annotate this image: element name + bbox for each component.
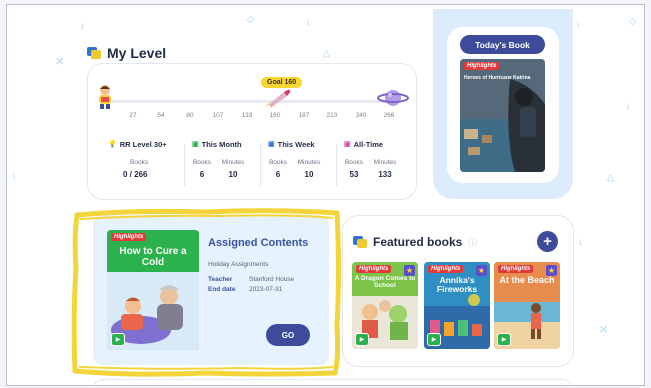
stat-this-week: ▣ This Week Books Minutes 6 10 bbox=[268, 140, 338, 196]
app-frame: / ◇ \ ✕ △ \ ◇ \ ✕ / \ △ My Level Goal 16… bbox=[6, 4, 645, 386]
deco-dash: \ bbox=[307, 18, 310, 28]
divider bbox=[260, 144, 261, 186]
stat-sub-label: Books bbox=[344, 159, 364, 166]
highlights-logo: Highlights bbox=[111, 233, 147, 241]
deco-triangle: △ bbox=[323, 48, 330, 58]
stat-rr-level: 💡 RR Level 30+ Books 0 / 266 bbox=[108, 140, 188, 196]
goal-badge: Goal 160 bbox=[261, 77, 303, 88]
reading-badge-icon: ▶ bbox=[427, 333, 441, 346]
go-button[interactable]: GO bbox=[266, 324, 310, 346]
calendar-week-icon: ▣ bbox=[268, 141, 275, 148]
calendar-all-icon: ▣ bbox=[344, 141, 351, 148]
stat-value: 10 bbox=[304, 170, 314, 179]
assigned-book-title: How to Cure a Cold bbox=[119, 246, 187, 268]
deco-dash: / bbox=[81, 22, 84, 32]
level-tick: 160 bbox=[269, 112, 281, 119]
level-progress-track bbox=[108, 100, 394, 103]
assigned-contents-title: Assigned Contents bbox=[208, 237, 309, 249]
deco-triangle: △ bbox=[607, 172, 614, 182]
level-tick: 266 bbox=[383, 112, 395, 119]
stat-value: 10 bbox=[228, 170, 238, 179]
stat-sub-label: Books bbox=[130, 159, 149, 166]
level-tick: 213 bbox=[326, 112, 338, 119]
deco-cross: ✕ bbox=[55, 56, 65, 68]
divider bbox=[336, 144, 337, 186]
deco-dash: \ bbox=[577, 20, 580, 30]
rocket-icon bbox=[265, 89, 291, 108]
todays-book-cover[interactable]: Highlights Heroes of Hurricane Katrina bbox=[460, 59, 545, 172]
stat-value: 133 bbox=[378, 170, 392, 179]
highlights-logo: Highlights bbox=[498, 265, 534, 273]
info-icon[interactable]: ⓘ bbox=[468, 236, 477, 249]
planet-icon bbox=[377, 90, 409, 106]
stat-sub-label: Minutes bbox=[297, 159, 321, 166]
stat-label: This Month bbox=[201, 140, 242, 149]
deco-diamond: ◇ bbox=[247, 14, 254, 24]
highlights-logo: Highlights bbox=[428, 265, 464, 273]
kid-reader-icon bbox=[99, 85, 111, 109]
highlights-logo: Highlights bbox=[356, 265, 392, 273]
lightbulb-icon: 💡 bbox=[108, 141, 117, 148]
stat-sub-label: Minutes bbox=[221, 159, 245, 166]
stat-sub-label: Books bbox=[192, 159, 212, 166]
stat-all-time: ▣ All-Time Books Minutes 53 133 bbox=[344, 140, 414, 196]
stat-label: RR Level 30+ bbox=[119, 140, 167, 149]
featured-book-title: A Dragon Comes to School bbox=[354, 275, 416, 289]
stat-value: 53 bbox=[349, 170, 359, 179]
level-tick: 27 bbox=[129, 112, 137, 119]
todays-book-title: Heroes of Hurricane Katrina bbox=[464, 75, 531, 81]
star-icon: ★ bbox=[476, 265, 487, 276]
stat-value: 0 / 266 bbox=[123, 170, 148, 179]
my-level-title: My Level bbox=[107, 45, 167, 61]
calendar-check-icon: ▣ bbox=[192, 141, 199, 148]
stat-value: 6 bbox=[275, 170, 281, 179]
reading-stats: 💡 RR Level 30+ Books 0 / 266 ▣ This Mont… bbox=[88, 140, 418, 196]
deco-cross: ✕ bbox=[599, 324, 609, 336]
next-section-card bbox=[93, 379, 573, 385]
my-level-card: Goal 160 27 54 80 107 133 160 187 213 24… bbox=[87, 63, 417, 200]
reading-badge-icon: ▶ bbox=[497, 333, 511, 346]
flag-icon bbox=[353, 236, 367, 248]
featured-books-title: Featured books bbox=[373, 235, 463, 249]
highlights-logo: Highlights bbox=[464, 62, 500, 70]
deco-dash: \ bbox=[579, 238, 582, 248]
deco-dash: \ bbox=[13, 172, 16, 182]
featured-book-title: Annika's Fireworks bbox=[436, 275, 478, 294]
featured-book[interactable]: Highlights ★ A Dragon Comes to School ▶ bbox=[352, 262, 418, 349]
end-date-value: 2023-07-31 bbox=[249, 286, 283, 293]
assigned-book-cover[interactable]: Highlights How to Cure a Cold ▶ bbox=[107, 230, 199, 350]
stat-label: All-Time bbox=[353, 140, 384, 149]
stat-value: 6 bbox=[199, 170, 205, 179]
my-level-header: My Level bbox=[87, 45, 166, 61]
stat-label: This Week bbox=[277, 140, 315, 149]
teacher-label: Teacher bbox=[208, 276, 233, 283]
featured-book[interactable]: Highlights ★ At the Beach ▶ bbox=[494, 262, 560, 349]
level-tick: 54 bbox=[157, 112, 165, 119]
reading-badge-icon: ▶ bbox=[355, 333, 369, 346]
featured-book-title: At the Beach bbox=[499, 275, 555, 285]
stat-this-month: ▣ This Month Books Minutes 6 10 bbox=[192, 140, 262, 196]
level-tick: 107 bbox=[212, 112, 224, 119]
featured-book[interactable]: Highlights ★ Annika's Fireworks ▶ bbox=[424, 262, 490, 349]
deco-diamond: ◇ bbox=[629, 16, 636, 26]
stat-sub-label: Books bbox=[268, 159, 288, 166]
stat-sub-label: Minutes bbox=[373, 159, 397, 166]
end-date-label: End date bbox=[208, 286, 236, 293]
level-tick: 133 bbox=[241, 112, 253, 119]
level-tick: 187 bbox=[298, 112, 310, 119]
level-tick: 80 bbox=[186, 112, 194, 119]
flag-icon bbox=[87, 47, 101, 59]
teacher-value: Stanford House bbox=[249, 276, 295, 283]
add-book-button[interactable]: + bbox=[537, 231, 558, 252]
level-tick: 240 bbox=[355, 112, 367, 119]
teacher-row: Teacher Stanford House bbox=[208, 276, 294, 283]
featured-books-header: Featured books ⓘ bbox=[353, 235, 477, 249]
reading-badge-icon: ▶ bbox=[111, 333, 125, 346]
divider bbox=[184, 144, 185, 186]
end-date-row: End date 2023-07-31 bbox=[208, 286, 282, 293]
todays-book-button[interactable]: Today's Book bbox=[460, 35, 545, 54]
assignment-name: Holiday Assignments bbox=[208, 261, 269, 268]
deco-dash: / bbox=[627, 102, 630, 112]
